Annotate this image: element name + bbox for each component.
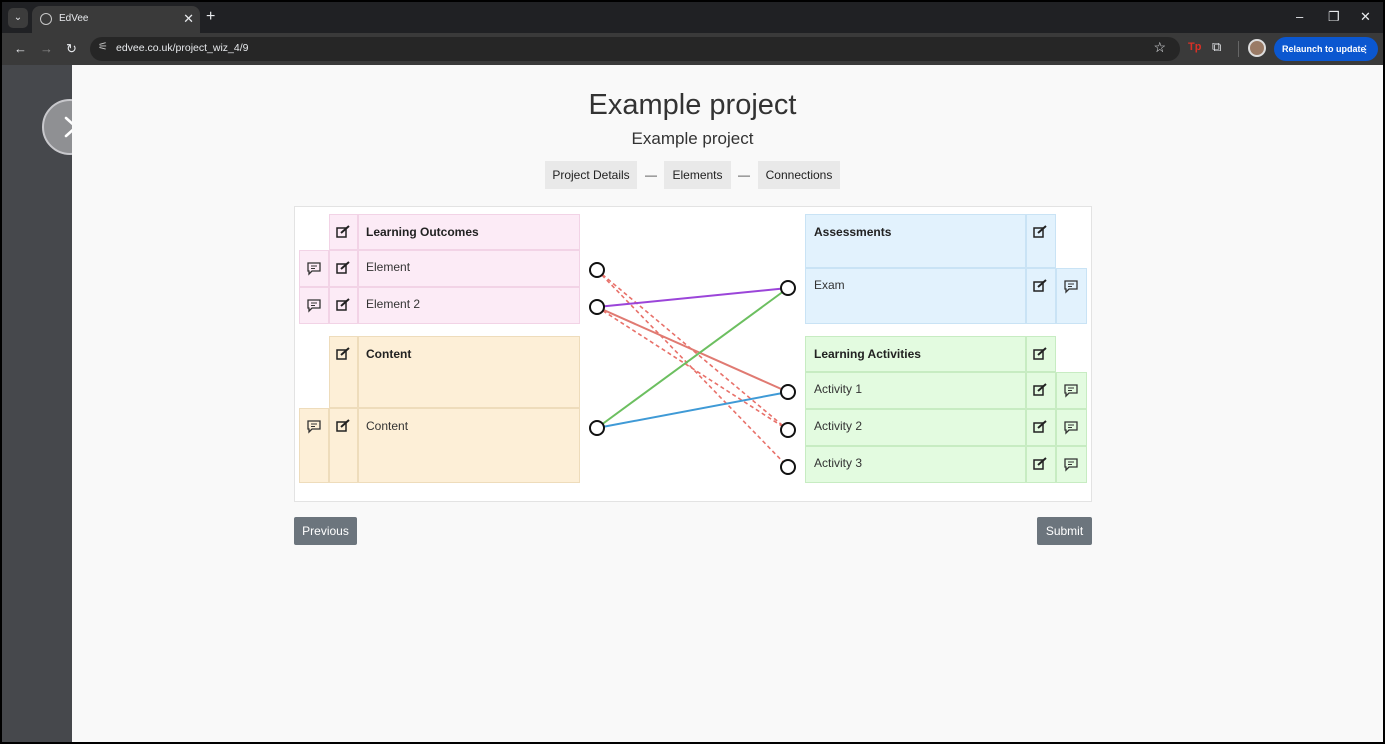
address-bar[interactable]: ⚟ edvee.co.uk/project_wiz_4/9 ☆	[90, 37, 1180, 61]
relaunch-label: Relaunch to update	[1282, 44, 1366, 54]
connection-line[interactable]	[596, 391, 789, 429]
relaunch-button[interactable]: Relaunch to update ⋮	[1274, 37, 1378, 61]
connection-node[interactable]	[589, 262, 605, 278]
step-separator: —	[645, 168, 657, 182]
bookmark-star-icon[interactable]: ☆	[1153, 39, 1166, 56]
connection-line[interactable]	[596, 287, 789, 308]
extensions-puzzle-icon[interactable]: ⧉	[1212, 39, 1221, 55]
previous-button[interactable]: Previous	[294, 517, 357, 545]
minimize-icon[interactable]: –	[1296, 8, 1303, 26]
back-icon[interactable]: ←	[14, 40, 27, 58]
step-project-details[interactable]: Project Details	[545, 161, 637, 189]
step-connections[interactable]: Connections	[758, 161, 840, 189]
site-settings-icon[interactable]: ⚟	[98, 40, 108, 53]
restore-icon[interactable]: ❐	[1328, 8, 1340, 26]
submit-button[interactable]: Submit	[1037, 517, 1092, 545]
step-separator: —	[738, 168, 750, 182]
connection-node[interactable]	[780, 459, 796, 475]
browser-tab[interactable]: EdVee ✕	[32, 6, 200, 33]
globe-icon	[40, 13, 52, 25]
page-subtitle: Example project	[631, 129, 754, 148]
step-elements[interactable]: Elements	[664, 161, 731, 189]
connection-node[interactable]	[780, 280, 796, 296]
page-title: Example project	[588, 89, 797, 121]
browser-toolbar: ← → ↻ ⚟ edvee.co.uk/project_wiz_4/9 ☆ Tp…	[2, 33, 1383, 65]
close-tab-icon[interactable]: ✕	[183, 10, 194, 28]
main-content: Example project Example project Project …	[72, 65, 1383, 742]
profile-avatar[interactable]	[1248, 39, 1266, 57]
connection-node[interactable]	[589, 420, 605, 436]
connection-lines	[589, 262, 796, 475]
forward-icon[interactable]: →	[40, 40, 53, 58]
url-text[interactable]: edvee.co.uk/project_wiz_4/9	[116, 42, 249, 54]
browser-window: ⌄ EdVee ✕ + – ❐ ✕ ← → ↻ ⚟ edvee.co.uk/pr…	[2, 2, 1383, 742]
toolbar-divider	[1238, 41, 1239, 57]
connections-board: Learning Outcomes Element Element 2 Cont…	[294, 206, 1092, 502]
more-menu-icon[interactable]: ⋮	[1361, 37, 1370, 61]
tab-search-icon[interactable]: ⌄	[8, 8, 28, 28]
connection-line[interactable]	[596, 306, 789, 393]
reload-icon[interactable]: ↻	[66, 40, 77, 58]
connection-line[interactable]	[596, 306, 789, 431]
connection-node[interactable]	[780, 422, 796, 438]
close-window-icon[interactable]: ✕	[1360, 8, 1371, 26]
connection-node[interactable]	[589, 299, 605, 315]
connection-node[interactable]	[780, 384, 796, 400]
new-tab-icon[interactable]: +	[206, 7, 215, 27]
sidebar	[2, 65, 72, 742]
tab-strip: ⌄ EdVee ✕ + – ❐ ✕	[2, 2, 1383, 33]
tab-title: EdVee	[59, 13, 89, 24]
extension-tp-icon[interactable]: Tp	[1188, 41, 1201, 53]
